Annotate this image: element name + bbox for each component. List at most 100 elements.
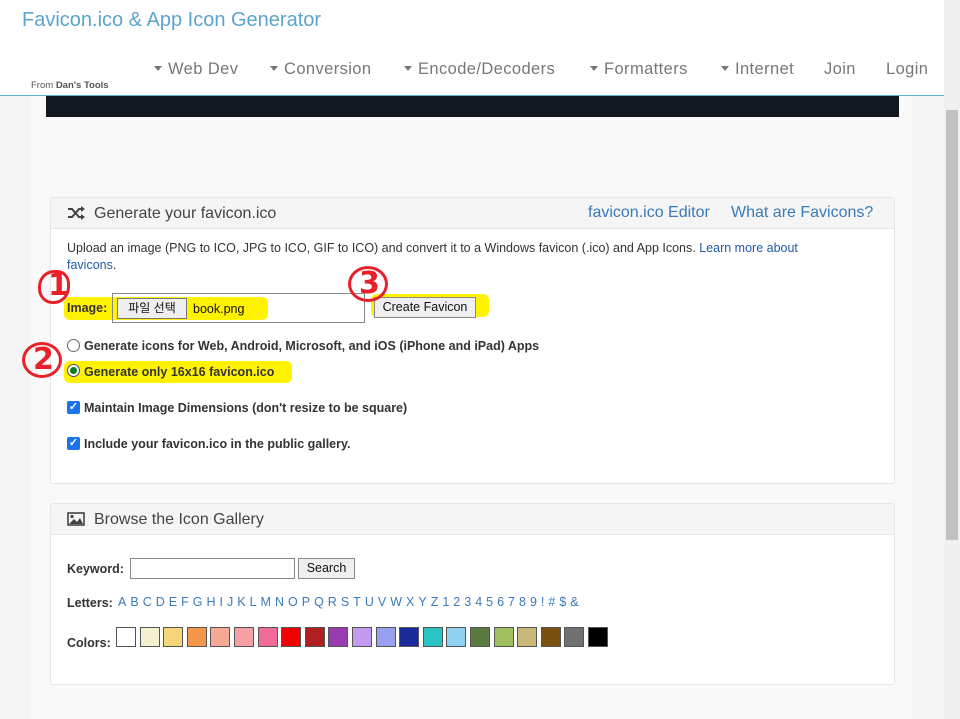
- nav-join[interactable]: Join: [824, 60, 856, 79]
- color-swatch[interactable]: [116, 627, 136, 647]
- letter-link[interactable]: E: [169, 595, 177, 609]
- color-swatch[interactable]: [564, 627, 585, 647]
- letter-link[interactable]: X: [406, 595, 414, 609]
- color-swatch[interactable]: [210, 627, 231, 647]
- color-swatch[interactable]: [139, 627, 160, 647]
- color-swatch[interactable]: [234, 627, 254, 647]
- letter-link[interactable]: I: [220, 595, 223, 609]
- letter-link[interactable]: F: [181, 595, 189, 609]
- color-swatch[interactable]: [399, 627, 420, 647]
- nav-login[interactable]: Login: [886, 60, 928, 79]
- image-icon: [67, 512, 85, 526]
- create-favicon-button[interactable]: Create Favicon: [374, 297, 476, 318]
- letter-link[interactable]: S: [341, 595, 349, 609]
- letter-link[interactable]: !: [541, 595, 544, 609]
- public-gallery-label[interactable]: Include your favicon.ico in the public g…: [84, 437, 351, 451]
- scrollbar-thumb[interactable]: [946, 110, 958, 540]
- nav-web-dev[interactable]: Web Dev: [154, 60, 238, 79]
- color-swatch[interactable]: [163, 627, 184, 647]
- letter-link[interactable]: 4: [475, 595, 482, 609]
- letter-link[interactable]: Z: [431, 595, 439, 609]
- letter-link[interactable]: U: [365, 595, 374, 609]
- favicon-only-label[interactable]: Generate only 16x16 favicon.ico: [84, 365, 274, 379]
- letter-link[interactable]: $: [559, 595, 566, 609]
- letter-link[interactable]: M: [261, 595, 271, 609]
- color-swatch[interactable]: [186, 627, 207, 647]
- color-swatch[interactable]: [588, 627, 608, 647]
- maintain-dimensions-checkbox[interactable]: ✓: [67, 401, 80, 414]
- generate-panel-title: Generate your favicon.ico: [94, 205, 277, 222]
- all-icons-label[interactable]: Generate icons for Web, Android, Microso…: [84, 339, 539, 353]
- all-icons-radio[interactable]: [67, 339, 80, 352]
- letter-link[interactable]: J: [227, 595, 233, 609]
- page-scrollbar[interactable]: [944, 0, 960, 719]
- letter-link[interactable]: Y: [418, 595, 426, 609]
- nav-label: Encode/Decoders: [418, 60, 556, 78]
- letter-link[interactable]: D: [156, 595, 165, 609]
- nav-label: Conversion: [284, 60, 372, 78]
- letter-link[interactable]: C: [143, 595, 152, 609]
- letter-link[interactable]: P: [302, 595, 310, 609]
- letter-link[interactable]: 6: [497, 595, 504, 609]
- favicon-editor-link[interactable]: favicon.ico Editor: [588, 204, 710, 222]
- choose-file-button[interactable]: 파일 선택: [117, 298, 187, 319]
- letter-link[interactable]: 1: [442, 595, 449, 609]
- letter-link[interactable]: &: [570, 595, 578, 609]
- letter-link[interactable]: G: [193, 595, 203, 609]
- letter-link[interactable]: Q: [314, 595, 324, 609]
- from-label[interactable]: From Dan's Tools: [31, 80, 109, 91]
- from-name: Dan's Tools: [55, 80, 109, 91]
- color-swatch[interactable]: [470, 627, 490, 647]
- what-are-favicons-link[interactable]: What are Favicons?: [731, 204, 873, 222]
- site-title[interactable]: Favicon.ico & App Icon Generator: [22, 9, 321, 32]
- letter-link[interactable]: V: [378, 595, 386, 609]
- letter-link[interactable]: T: [353, 595, 361, 609]
- description-text: Upload an image (PNG to ICO, JPG to ICO,…: [67, 241, 696, 255]
- letter-link[interactable]: 5: [486, 595, 493, 609]
- nav-encode-decoders[interactable]: Encode/Decoders: [404, 60, 555, 79]
- nav-formatters[interactable]: Formatters: [590, 60, 688, 79]
- site-header: Favicon.ico & App Icon Generator From Da…: [0, 0, 944, 96]
- letter-link[interactable]: 3: [464, 595, 471, 609]
- public-gallery-checkbox[interactable]: ✓: [67, 437, 80, 450]
- ad-banner: [46, 96, 899, 117]
- color-swatch[interactable]: [375, 627, 396, 647]
- nav-label: Formatters: [604, 60, 688, 78]
- search-button[interactable]: Search: [298, 558, 355, 579]
- color-swatch[interactable]: [517, 627, 538, 647]
- letter-link[interactable]: 2: [453, 595, 460, 609]
- color-swatch[interactable]: [257, 627, 278, 647]
- letter-link[interactable]: H: [206, 595, 215, 609]
- color-swatch[interactable]: [422, 627, 443, 647]
- color-swatch[interactable]: [328, 627, 349, 647]
- letter-link[interactable]: B: [130, 595, 138, 609]
- letter-link[interactable]: 9: [530, 595, 537, 609]
- letter-link[interactable]: R: [328, 595, 337, 609]
- nav-internet[interactable]: Internet: [721, 60, 794, 79]
- keyword-input[interactable]: [130, 558, 295, 579]
- color-swatch[interactable]: [281, 627, 302, 647]
- from-prefix: From: [31, 80, 54, 91]
- letter-link[interactable]: W: [390, 595, 402, 609]
- letter-link[interactable]: 7: [508, 595, 515, 609]
- gallery-panel-header: Browse the Icon Gallery: [51, 504, 894, 535]
- color-swatch[interactable]: [352, 627, 372, 647]
- description-end: .: [112, 258, 117, 272]
- letter-link[interactable]: A: [118, 595, 126, 609]
- color-swatch[interactable]: [540, 627, 561, 647]
- nav-label: Web Dev: [168, 60, 239, 78]
- nav-conversion[interactable]: Conversion: [270, 60, 371, 79]
- maintain-dimensions-label[interactable]: Maintain Image Dimensions (don't resize …: [84, 401, 407, 415]
- color-swatch[interactable]: [446, 627, 467, 647]
- letter-link[interactable]: N: [275, 595, 284, 609]
- color-swatch[interactable]: [304, 627, 325, 647]
- color-swatch[interactable]: [493, 627, 514, 647]
- letter-link[interactable]: 8: [519, 595, 526, 609]
- letter-link[interactable]: O: [288, 595, 298, 609]
- letter-link[interactable]: L: [250, 595, 257, 609]
- favicon-only-radio[interactable]: [67, 364, 80, 377]
- generate-description: Upload an image (PNG to ICO, JPG to ICO,…: [67, 240, 837, 274]
- letter-link[interactable]: #: [548, 595, 555, 609]
- gallery-panel-title: Browse the Icon Gallery: [94, 511, 264, 528]
- letter-link[interactable]: K: [237, 595, 245, 609]
